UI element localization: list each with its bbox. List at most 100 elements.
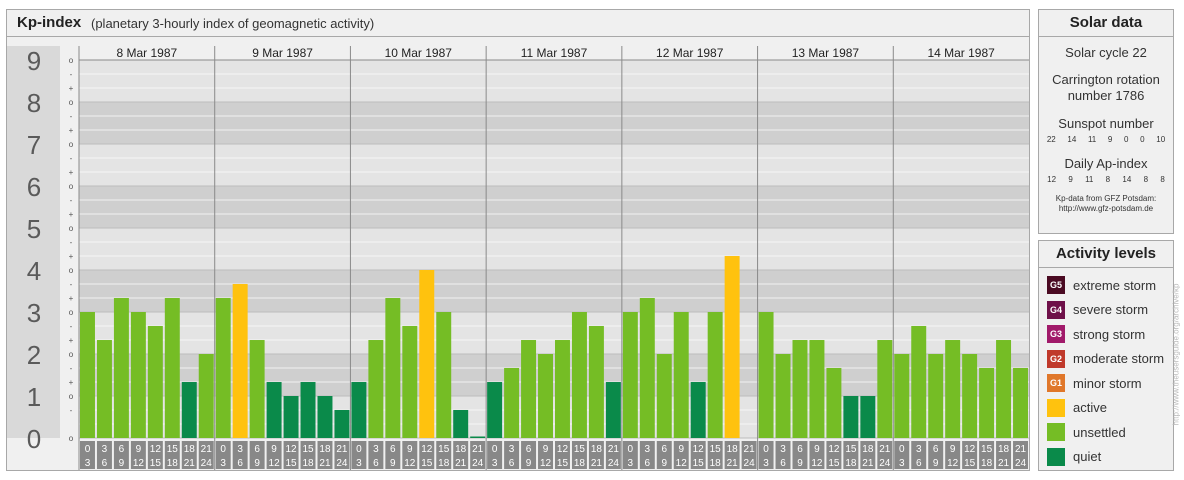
sunspot-value: 10 <box>1156 135 1166 144</box>
interval-end-label: 3 <box>899 458 905 469</box>
interval-start-label: 0 <box>628 444 634 455</box>
interval-end-label: 24 <box>336 458 348 469</box>
legend-item: G1 minor storm <box>1047 373 1142 393</box>
y-minor-tick-label: o <box>69 266 74 275</box>
interval-start-label: 3 <box>373 444 379 455</box>
carrington-rotation: Carrington rotation number 1786 <box>1052 72 1160 103</box>
y-minor-tick-label: o <box>69 98 74 107</box>
legend-item: G3 strong storm <box>1047 324 1145 344</box>
legend-label: moderate storm <box>1073 351 1165 366</box>
kp-bar <box>317 396 333 438</box>
y-tick-label: 1 <box>27 382 41 412</box>
interval-start-label: 9 <box>407 444 413 455</box>
kp-bar <box>962 354 978 438</box>
legend-swatch: G4 <box>1047 300 1065 319</box>
kp-bar <box>979 367 995 438</box>
kp-bar <box>368 340 384 438</box>
day-label: 12 Mar 1987 <box>656 46 724 60</box>
legend-swatch: G3 <box>1047 325 1065 343</box>
sunspot-value: 9 <box>1107 135 1113 144</box>
kp-bar <box>860 396 876 438</box>
kp-bar <box>877 340 893 438</box>
interval-end-label: 9 <box>119 458 125 469</box>
interval-end-label: 6 <box>237 458 243 469</box>
interval-start-label: 9 <box>136 444 142 455</box>
interval-end-label: 21 <box>727 458 739 469</box>
interval-end-label: 12 <box>540 458 552 469</box>
y-minor-tick-label: - <box>70 406 73 415</box>
kp-bar <box>130 312 146 438</box>
sunspot-value: 0 <box>1124 135 1129 144</box>
interval-end-label: 6 <box>645 458 651 469</box>
y-tick-label: 6 <box>27 172 41 202</box>
interval-start-label: 21 <box>608 444 620 455</box>
interval-start-label: 6 <box>390 444 396 455</box>
kp-bar <box>521 340 537 438</box>
day-label: 10 Mar 1987 <box>385 46 453 60</box>
sunspot-value: 0 <box>1140 135 1145 144</box>
interval-start-label: 21 <box>1015 444 1027 455</box>
interval-end-label: 9 <box>933 458 939 469</box>
kp-bar <box>419 270 435 438</box>
y-minor-tick-label: o <box>69 434 74 443</box>
interval-start-label: 9 <box>950 444 956 455</box>
legend-swatch <box>1047 398 1065 417</box>
legend-item: unsettled <box>1047 422 1126 442</box>
interval-end-label: 3 <box>628 458 634 469</box>
y-minor-tick-label: o <box>69 308 74 317</box>
legend-item: quiet <box>1047 447 1101 467</box>
interval-end-label: 9 <box>797 458 803 469</box>
interval-end-label: 15 <box>285 458 297 469</box>
interval-start-label: 3 <box>509 444 515 455</box>
interval-end-label: 21 <box>998 458 1010 469</box>
legend-label: minor storm <box>1073 375 1142 391</box>
interval-end-label: 6 <box>780 458 786 469</box>
kp-bar <box>113 298 129 438</box>
interval-end-label: 12 <box>947 458 959 469</box>
interval-end-label: 3 <box>356 458 362 469</box>
kp-bar <box>436 312 452 438</box>
y-minor-tick-label: o <box>69 140 74 149</box>
solar-data-title: Solar data <box>1039 10 1173 37</box>
kp-bar <box>775 354 791 438</box>
y-tick-label: 5 <box>27 214 41 244</box>
interval-end-label: 12 <box>133 458 145 469</box>
interval-start-label: 12 <box>421 444 433 455</box>
kp-bar <box>453 409 469 438</box>
activity-levels-title: Activity levels <box>1039 241 1173 268</box>
interval-end-label: 12 <box>269 458 281 469</box>
source-line-1: Kp-data from GFZ Potsdam: <box>1055 194 1157 203</box>
sunspot-values: 22 14 11 9 0 0 10 <box>1039 135 1173 144</box>
interval-end-label: 18 <box>710 458 722 469</box>
interval-start-label: 15 <box>438 444 450 455</box>
y-minor-tick-label: - <box>70 70 73 79</box>
y-minor-tick-label: - <box>70 238 73 247</box>
interval-end-label: 21 <box>455 458 467 469</box>
interval-start-label: 15 <box>302 444 314 455</box>
ap-value: 8 <box>1160 175 1165 184</box>
interval-start-label: 6 <box>526 444 532 455</box>
interval-start-label: 12 <box>285 444 297 455</box>
kp-band <box>79 102 1029 144</box>
y-minor-tick-label: + <box>69 210 74 219</box>
kp-bar <box>673 312 689 438</box>
interval-start-label: 18 <box>591 444 603 455</box>
kp-chart-panel: Kp-index (planetary 3-hourly index of ge… <box>6 9 1030 471</box>
interval-end-label: 15 <box>421 458 433 469</box>
kp-bar <box>351 382 367 438</box>
interval-end-label: 6 <box>373 458 379 469</box>
kp-bar <box>996 340 1012 438</box>
y-tick-label: 4 <box>27 256 41 286</box>
y-minor-tick-label: o <box>69 224 74 233</box>
interval-start-label: 3 <box>237 444 243 455</box>
kp-bar <box>928 354 944 438</box>
legend-label: extreme storm <box>1073 277 1157 293</box>
day-label: 9 Mar 1987 <box>252 46 313 60</box>
y-tick-label: 9 <box>27 46 41 76</box>
legend-item: G5 extreme storm <box>1047 275 1156 295</box>
legend-label: quiet <box>1073 449 1102 464</box>
interval-start-label: 6 <box>933 444 939 455</box>
kp-bar <box>215 298 231 438</box>
interval-end-label: 12 <box>811 458 823 469</box>
kp-bar <box>266 382 282 438</box>
